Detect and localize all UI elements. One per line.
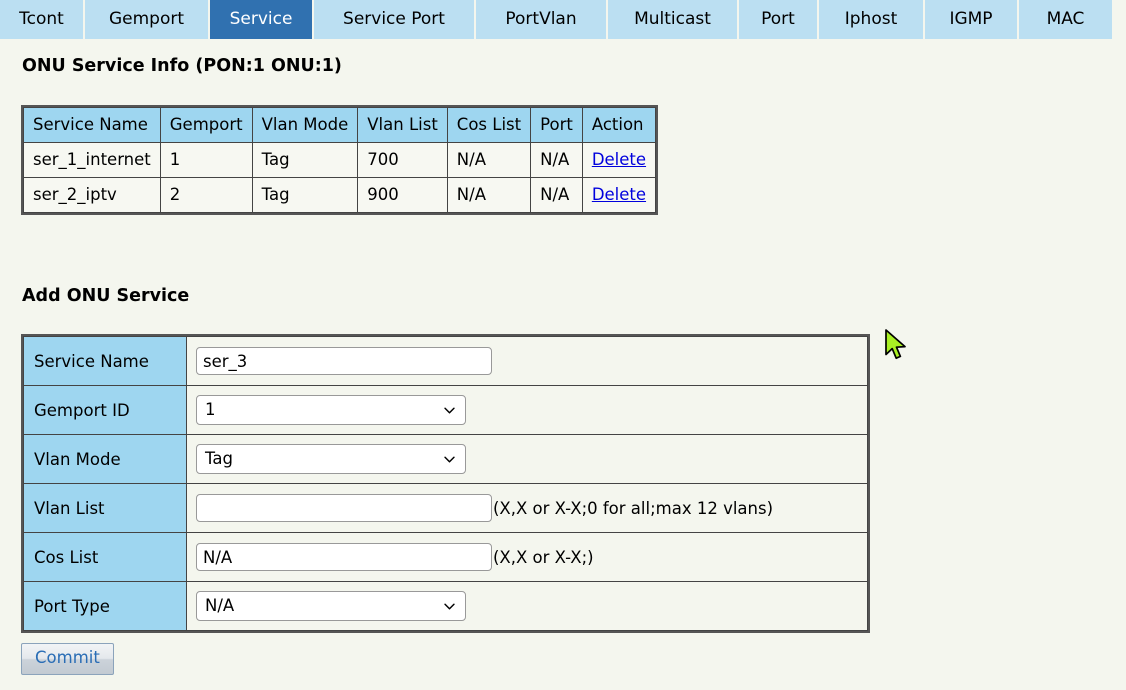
vlan-mode-select[interactable]: Tag <box>196 444 466 474</box>
tab-bar: Tcont Gemport Service Service Port PortV… <box>0 0 1126 39</box>
cell-gemport: 1 <box>160 142 252 177</box>
cell-vlan-list: 900 <box>358 177 448 212</box>
tab-port[interactable]: Port <box>739 0 819 39</box>
delete-link[interactable]: Delete <box>592 150 646 169</box>
label-gemport-id: Gemport ID <box>24 386 187 435</box>
column-header-gemport: Gemport <box>160 108 252 143</box>
tab-label: Gemport <box>109 11 184 28</box>
tab-label: Tcont <box>19 11 64 28</box>
gemport-id-select[interactable]: 1 <box>196 395 466 425</box>
cell-action: Delete <box>582 177 655 212</box>
delete-link[interactable]: Delete <box>592 185 646 204</box>
field-port-type: N/A <box>187 582 868 631</box>
tab-igmp[interactable]: IGMP <box>925 0 1019 39</box>
field-vlan-mode: Tag <box>187 435 868 484</box>
tab-label: Multicast <box>634 11 711 28</box>
vlan-list-hint: (X,X or X-X;0 for all;max 12 vlans) <box>493 499 773 518</box>
cell-action: Delete <box>582 142 655 177</box>
tab-multicast[interactable]: Multicast <box>608 0 739 39</box>
onu-service-info-heading: ONU Service Info (PON:1 ONU:1) <box>22 56 342 76</box>
label-vlan-list: Vlan List <box>24 484 187 533</box>
mouse-cursor-icon <box>884 329 910 363</box>
cell-vlan-mode: Tag <box>252 177 358 212</box>
column-header-action: Action <box>582 108 655 143</box>
form-row-gemport-id: Gemport ID 1 <box>24 386 868 435</box>
cos-list-hint: (X,X or X-X;) <box>493 548 594 567</box>
service-name-input[interactable] <box>196 347 492 375</box>
onu-service-info-table: Service Name Gemport Vlan Mode Vlan List… <box>23 107 656 213</box>
cell-port: N/A <box>531 177 583 212</box>
vlan-list-input[interactable] <box>196 494 492 522</box>
tab-portvlan[interactable]: PortVlan <box>476 0 608 39</box>
label-cos-list: Cos List <box>24 533 187 582</box>
onu-service-info-table-wrapper: Service Name Gemport Vlan Mode Vlan List… <box>21 105 658 215</box>
tab-iphost[interactable]: Iphost <box>819 0 925 39</box>
form-row-port-type: Port Type N/A <box>24 582 868 631</box>
cell-cos-list: N/A <box>447 142 530 177</box>
add-onu-service-form-wrapper: Service Name Gemport ID 1 Vlan M <box>21 334 870 633</box>
label-port-type: Port Type <box>24 582 187 631</box>
table-row: ser_2_iptv 2 Tag 900 N/A N/A Delete <box>24 177 656 212</box>
chevron-down-icon <box>443 402 456 415</box>
commit-button[interactable]: Commit <box>21 643 114 675</box>
cell-vlan-list: 700 <box>358 142 448 177</box>
chevron-down-icon <box>443 451 456 464</box>
form-row-cos-list: Cos List (X,X or X-X;) <box>24 533 868 582</box>
form-row-vlan-list: Vlan List (X,X or X-X;0 for all;max 12 v… <box>24 484 868 533</box>
field-vlan-list: (X,X or X-X;0 for all;max 12 vlans) <box>187 484 868 533</box>
form-row-vlan-mode: Vlan Mode Tag <box>24 435 868 484</box>
tab-label: Service Port <box>343 11 445 28</box>
label-vlan-mode: Vlan Mode <box>24 435 187 484</box>
form-row-service-name: Service Name <box>24 337 868 386</box>
tab-label: PortVlan <box>505 11 576 28</box>
cell-port: N/A <box>531 142 583 177</box>
table-header-row: Service Name Gemport Vlan Mode Vlan List… <box>24 108 656 143</box>
cell-gemport: 2 <box>160 177 252 212</box>
column-header-vlan-list: Vlan List <box>358 108 448 143</box>
tab-service-port[interactable]: Service Port <box>314 0 476 39</box>
column-header-cos-list: Cos List <box>447 108 530 143</box>
tab-label: Port <box>761 11 795 28</box>
cell-service-name: ser_2_iptv <box>24 177 161 212</box>
cell-cos-list: N/A <box>447 177 530 212</box>
gemport-id-selected-value: 1 <box>205 396 216 424</box>
tab-gemport[interactable]: Gemport <box>85 0 210 39</box>
tab-service[interactable]: Service <box>210 0 314 39</box>
port-type-selected-value: N/A <box>205 592 234 620</box>
add-onu-service-heading: Add ONU Service <box>22 286 189 306</box>
column-header-port: Port <box>531 108 583 143</box>
tab-label: Service <box>230 11 293 28</box>
cos-list-input[interactable] <box>196 543 492 571</box>
tab-mac[interactable]: MAC <box>1019 0 1112 39</box>
field-gemport-id: 1 <box>187 386 868 435</box>
tab-label: IGMP <box>949 11 992 28</box>
cell-vlan-mode: Tag <box>252 142 358 177</box>
cell-service-name: ser_1_internet <box>24 142 161 177</box>
port-type-select[interactable]: N/A <box>196 591 466 621</box>
field-cos-list: (X,X or X-X;) <box>187 533 868 582</box>
tab-tcont[interactable]: Tcont <box>0 0 85 39</box>
tab-label: Iphost <box>845 11 898 28</box>
vlan-mode-selected-value: Tag <box>205 445 233 473</box>
table-row: ser_1_internet 1 Tag 700 N/A N/A Delete <box>24 142 656 177</box>
add-onu-service-form-table: Service Name Gemport ID 1 Vlan M <box>23 336 868 631</box>
column-header-vlan-mode: Vlan Mode <box>252 108 358 143</box>
column-header-service-name: Service Name <box>24 108 161 143</box>
tab-label: MAC <box>1047 11 1085 28</box>
chevron-down-icon <box>443 598 456 611</box>
field-service-name <box>187 337 868 386</box>
label-service-name: Service Name <box>24 337 187 386</box>
